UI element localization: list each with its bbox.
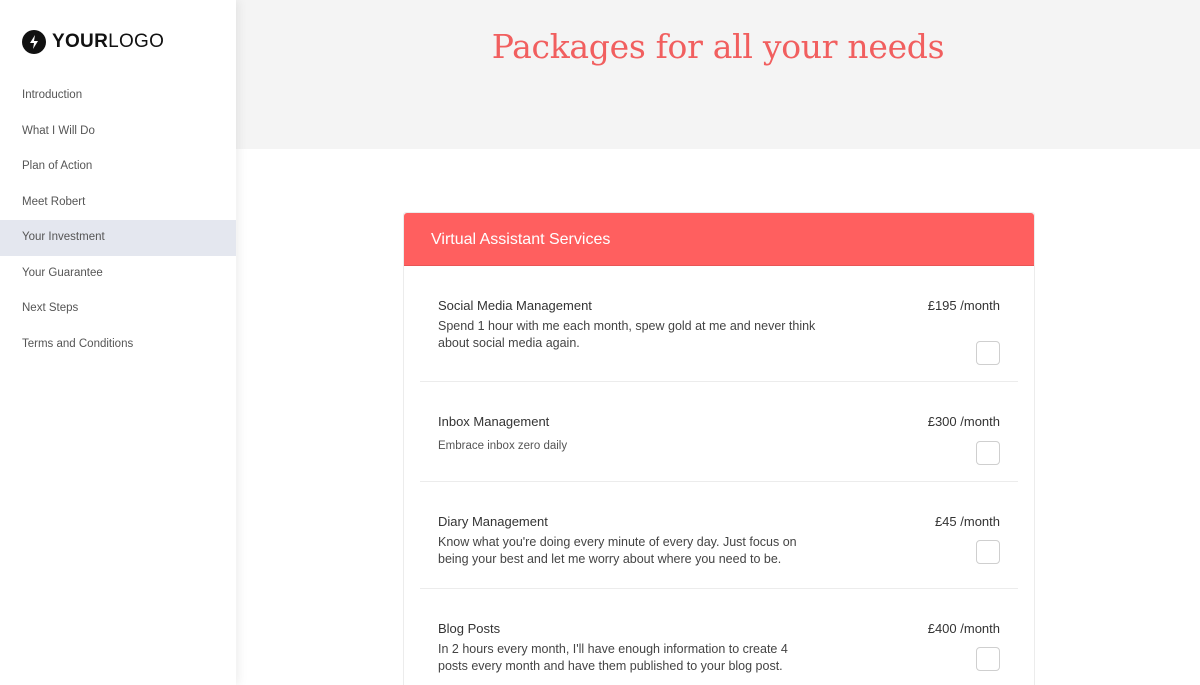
service-checkbox[interactable] xyxy=(976,441,1000,465)
services-card: Virtual Assistant Services Social Media … xyxy=(403,212,1035,685)
sidebar-nav: Introduction What I Will Do Plan of Acti… xyxy=(0,78,236,362)
sidebar: YOURLOGO Introduction What I Will Do Pla… xyxy=(0,0,236,685)
sidebar-item-what-i-will-do[interactable]: What I Will Do xyxy=(0,114,236,150)
service-price: £400 /month xyxy=(927,621,1000,636)
sidebar-item-next-steps[interactable]: Next Steps xyxy=(0,291,236,327)
logo-text-bold: YOUR xyxy=(52,31,109,52)
logo-text: YOURLOGO xyxy=(52,30,164,54)
sidebar-item-plan-of-action[interactable]: Plan of Action xyxy=(0,149,236,185)
services-list: Social Media Management Spend 1 hour wit… xyxy=(404,266,1034,685)
service-price: £45 /month xyxy=(934,514,1000,529)
main-content: Packages for all your needs Virtual Assi… xyxy=(236,0,1200,685)
hero-section: Packages for all your needs xyxy=(236,0,1200,149)
sidebar-item-meet-robert[interactable]: Meet Robert xyxy=(0,185,236,221)
lightning-bolt-icon xyxy=(22,30,46,54)
service-name: Diary Management xyxy=(438,514,548,529)
service-description: Spend 1 hour with me each month, spew go… xyxy=(438,319,816,350)
service-checkbox[interactable] xyxy=(976,647,1000,671)
service-item: Inbox Management Embrace inbox zero dail… xyxy=(420,382,1018,482)
page-title: Packages for all your needs xyxy=(491,27,945,66)
service-checkbox[interactable] xyxy=(976,341,1000,365)
service-description: In 2 hours every month, I'll have enough… xyxy=(438,642,788,673)
logo[interactable]: YOURLOGO xyxy=(22,30,164,54)
sidebar-item-terms-and-conditions[interactable]: Terms and Conditions xyxy=(0,327,236,363)
service-item: Social Media Management Spend 1 hour wit… xyxy=(420,266,1018,382)
service-price: £300 /month xyxy=(927,414,1000,429)
logo-text-light: LOGO xyxy=(108,31,165,52)
card-title: Virtual Assistant Services xyxy=(404,213,1034,266)
service-checkbox[interactable] xyxy=(976,540,1000,564)
service-description: Embrace inbox zero daily xyxy=(438,440,568,452)
sidebar-item-introduction[interactable]: Introduction xyxy=(0,78,236,114)
sidebar-item-your-guarantee[interactable]: Your Guarantee xyxy=(0,256,236,292)
service-price: £195 /month xyxy=(927,298,1000,313)
service-item: Diary Management Know what you're doing … xyxy=(420,482,1018,589)
service-description: Know what you're doing every minute of e… xyxy=(438,535,797,566)
sidebar-item-your-investment[interactable]: Your Investment xyxy=(0,220,236,256)
service-item: Blog Posts In 2 hours every month, I'll … xyxy=(420,589,1018,685)
